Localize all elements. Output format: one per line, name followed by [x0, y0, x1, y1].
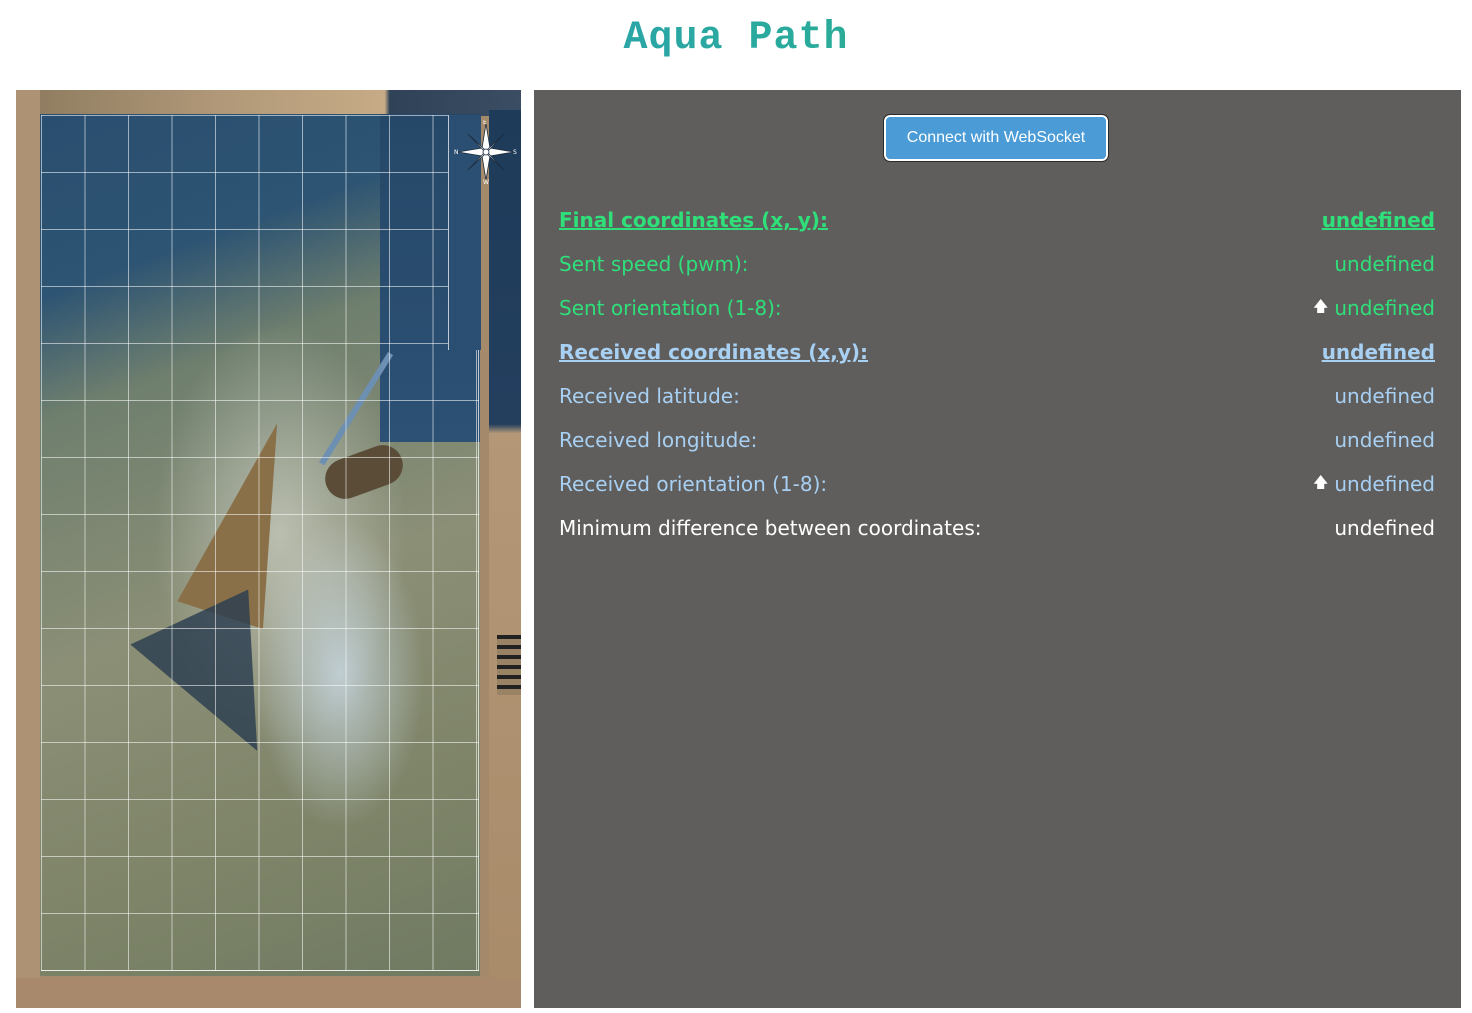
final-coordinates-value: undefined: [1321, 208, 1435, 232]
pool-deck-left: [16, 90, 40, 1008]
pool-deck: [16, 90, 521, 116]
pool-deck-bottom: [16, 978, 521, 1008]
compass-label-s: S: [513, 149, 517, 156]
final-coordinates-label: Final coordinates (x, y):: [559, 208, 828, 232]
sent-orientation-row: Sent orientation (1-8): 🡅 undefined: [559, 293, 1435, 323]
compass-label-w: W: [483, 179, 489, 184]
received-latitude-value: undefined: [1334, 384, 1435, 408]
sent-speed-label: Sent speed (pwm):: [559, 252, 749, 276]
received-orientation-label: Received orientation (1-8):: [559, 472, 828, 496]
pool-map[interactable]: E W N S: [16, 90, 521, 1008]
page-title: Aqua Path: [0, 16, 1472, 61]
min-difference-value: undefined: [1334, 516, 1435, 540]
received-coordinates-row: Received coordinates (x,y): undefined: [559, 337, 1435, 367]
received-latitude-label: Received latitude:: [559, 384, 740, 408]
received-longitude-value: undefined: [1334, 428, 1435, 452]
sent-orientation-label: Sent orientation (1-8):: [559, 296, 782, 320]
compass-label-e: E: [483, 120, 487, 126]
received-latitude-row: Received latitude: undefined: [559, 381, 1435, 411]
compass-label-n: N: [454, 149, 459, 156]
sent-speed-row: Sent speed (pwm): undefined: [559, 249, 1435, 279]
received-orientation-value: undefined: [1334, 472, 1435, 496]
received-longitude-label: Received longitude:: [559, 428, 758, 452]
coordinate-grid[interactable]: [41, 115, 479, 971]
connect-websocket-button[interactable]: Connect with WebSocket: [883, 114, 1109, 162]
final-coordinates-row: Final coordinates (x, y): undefined: [559, 205, 1435, 235]
sent-orientation-value: undefined: [1334, 296, 1435, 320]
min-difference-label: Minimum difference between coordinates:: [559, 516, 982, 540]
arrow-up-icon: 🡅: [1312, 296, 1329, 315]
pool-deck-right: [489, 110, 521, 1008]
arrow-up-icon: 🡅: [1312, 472, 1329, 491]
deck-vents: [497, 635, 521, 695]
min-difference-row: Minimum difference between coordinates: …: [559, 513, 1435, 543]
received-coordinates-label: Received coordinates (x,y):: [559, 340, 869, 364]
telemetry-panel: Connect with WebSocket Final coordinates…: [534, 90, 1461, 1008]
received-longitude-row: Received longitude: undefined: [559, 425, 1435, 455]
received-coordinates-value: undefined: [1321, 340, 1435, 364]
sent-speed-value: undefined: [1334, 252, 1435, 276]
compass-rose-icon: E W N S: [454, 120, 517, 184]
received-orientation-row: Received orientation (1-8): 🡅 undefined: [559, 469, 1435, 499]
